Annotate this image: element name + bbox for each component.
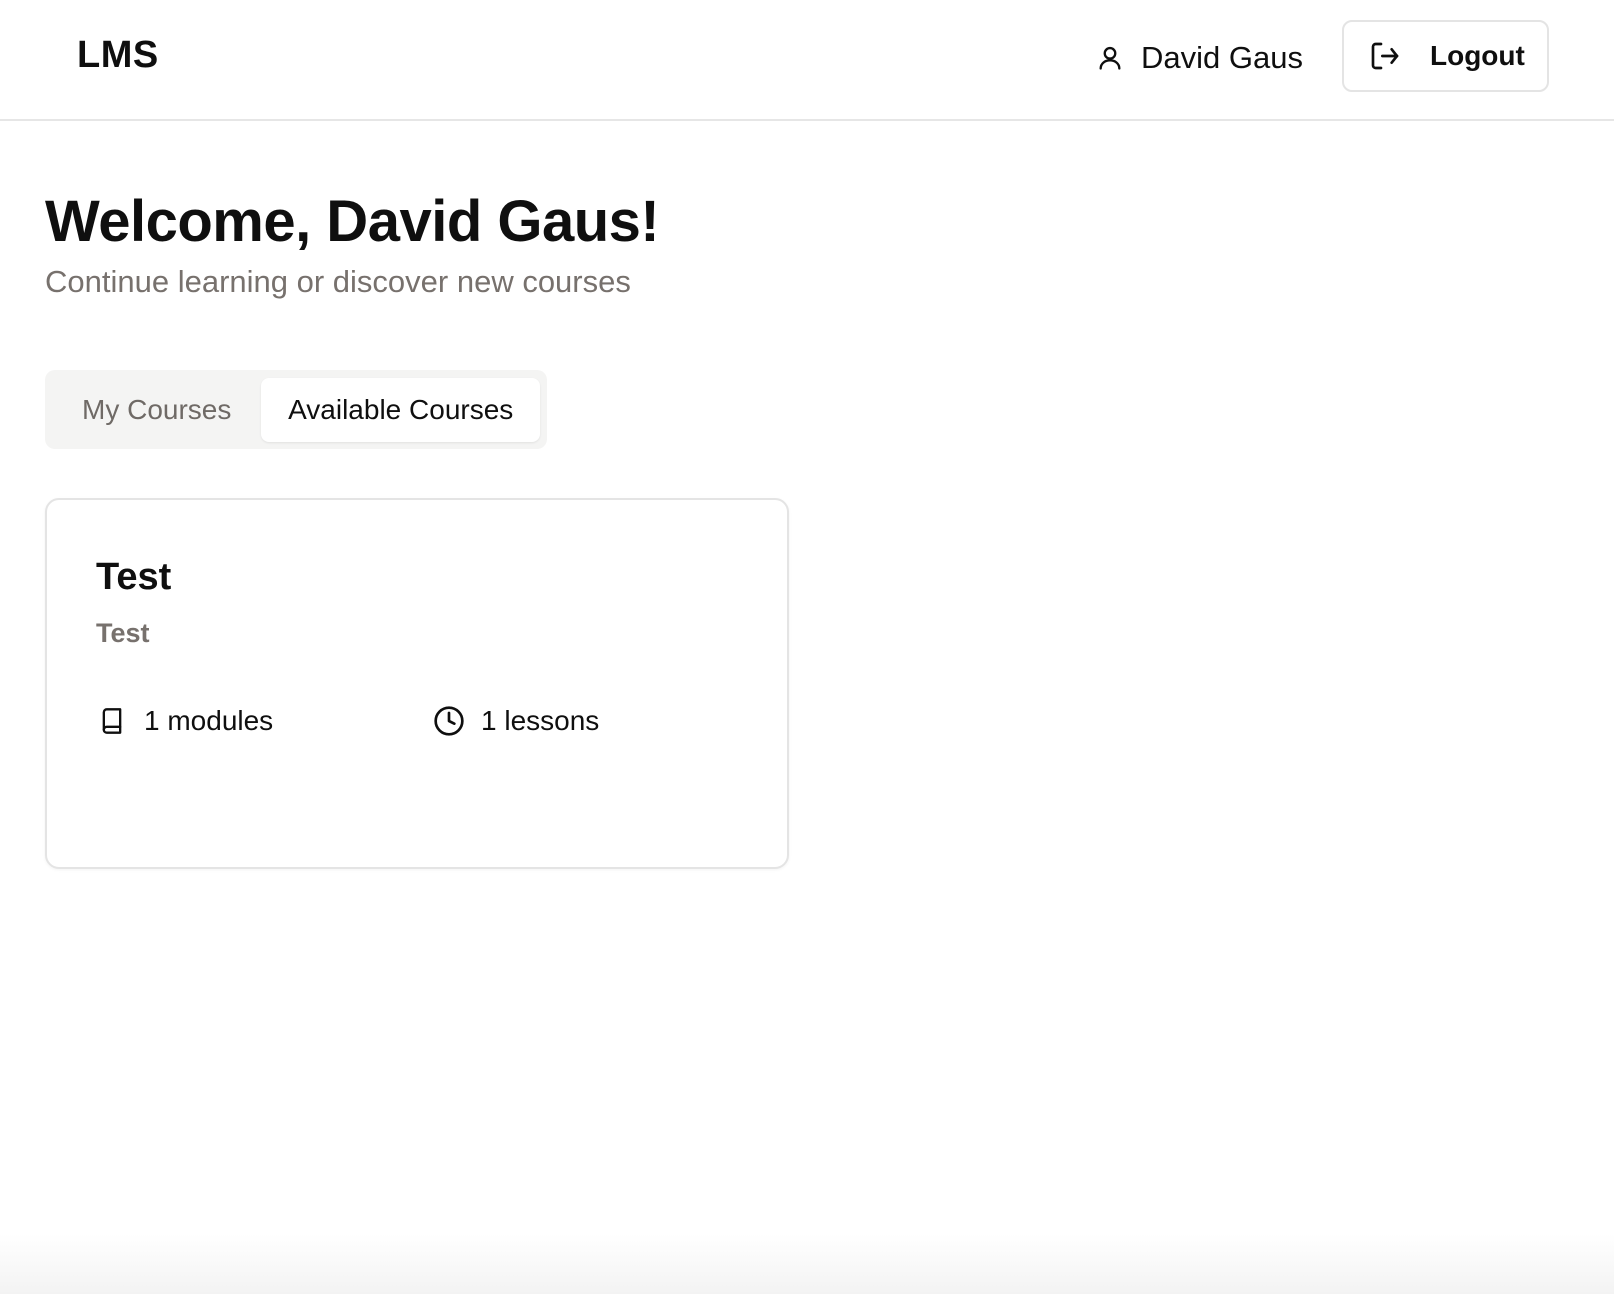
course-card[interactable]: Test Test 1 modules 1 lessons bbox=[45, 498, 789, 869]
brand-logo[interactable]: LMS bbox=[77, 34, 159, 77]
page-title: Welcome, David Gaus! bbox=[45, 189, 660, 254]
tab-my-courses[interactable]: My Courses bbox=[52, 378, 261, 442]
page-subtitle: Continue learning or discover new course… bbox=[45, 264, 631, 299]
book-icon bbox=[96, 705, 128, 737]
user-icon bbox=[1095, 43, 1125, 73]
user-profile[interactable]: David Gaus bbox=[1095, 36, 1303, 80]
modules-text: 1 modules bbox=[144, 705, 274, 736]
lessons-text: 1 lessons bbox=[481, 705, 600, 736]
course-tabs: My Courses Available Courses bbox=[45, 370, 547, 449]
top-navigation-bar: LMS David Gaus Logout bbox=[0, 0, 1614, 121]
tab-available-courses[interactable]: Available Courses bbox=[261, 377, 540, 442]
bottom-scroll-shadow bbox=[0, 1234, 1614, 1294]
course-description: Test bbox=[96, 618, 150, 648]
log-out-icon bbox=[1368, 39, 1402, 73]
course-lessons-count: 1 lessons bbox=[433, 703, 599, 739]
course-title: Test bbox=[96, 556, 172, 598]
logout-button[interactable]: Logout bbox=[1342, 20, 1549, 92]
course-modules-count: 1 modules bbox=[96, 703, 273, 739]
clock-icon bbox=[433, 705, 465, 737]
logout-label: Logout bbox=[1430, 40, 1525, 71]
user-name: David Gaus bbox=[1141, 40, 1303, 75]
lms-dashboard: LMS David Gaus Logout Welcome, David Gau… bbox=[0, 0, 1614, 1294]
